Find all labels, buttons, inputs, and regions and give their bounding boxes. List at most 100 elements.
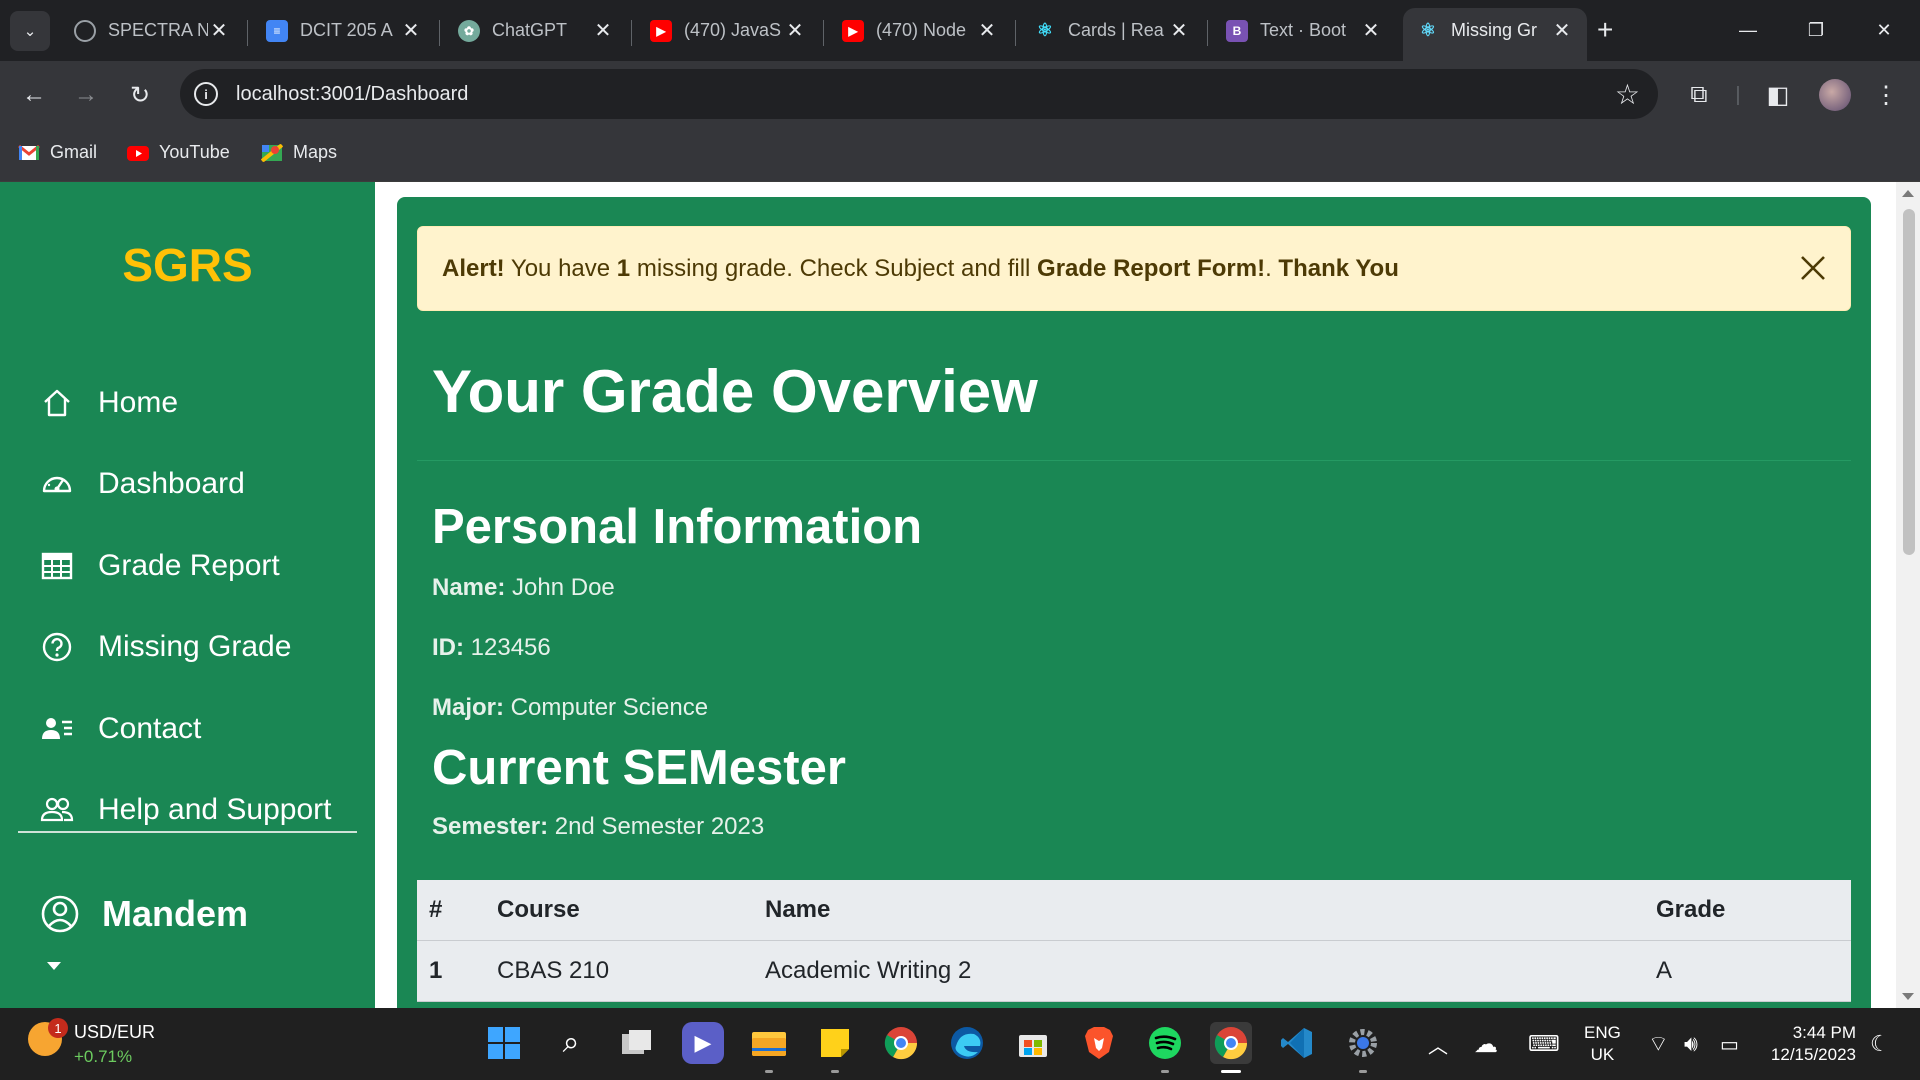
battery-icon[interactable]: ▭ [1720,1008,1739,1080]
restore-button[interactable]: ❐ [1796,12,1836,48]
close-icon[interactable]: ✕ [1551,18,1573,43]
profile-avatar[interactable] [1819,79,1851,111]
menu-kebab-icon[interactable]: ⋮ [1868,77,1904,113]
close-icon[interactable] [1798,253,1828,283]
user-menu[interactable]: Mandem [40,893,248,935]
person-lines-icon [42,717,72,739]
tray-overflow-icon[interactable]: ︿ [1428,1008,1448,1080]
sidebar-item-help-and-support[interactable]: Help and Support [40,770,332,852]
currency-widget[interactable]: 1 USD/EUR +0.71% [28,1018,155,1067]
youtube-icon: ▶ [650,19,672,42]
maps-icon [261,143,283,162]
back-button[interactable]: ← [16,77,52,113]
page-viewport: SGRS Home Dashboard Grade Report Missing… [0,182,1920,1008]
scrollbar-thumb[interactable] [1903,209,1915,555]
close-icon[interactable]: ✕ [1360,18,1382,43]
wifi-icon[interactable]: ⌔ [1648,1008,1669,1080]
brave-icon[interactable] [1078,1022,1120,1064]
chevron-down-icon[interactable] [47,962,61,970]
close-icon[interactable]: ✕ [976,18,998,43]
new-tab-button[interactable]: + [1597,15,1613,45]
sidebar-item-contact[interactable]: Contact [40,688,332,770]
teams-chat-icon[interactable]: ▶ [682,1022,724,1064]
sidebar-item-home[interactable]: Home [40,362,332,444]
bookmark-youtube[interactable]: YouTube [127,142,230,163]
microsoft-store-icon[interactable] [1012,1022,1054,1064]
notifications-moon-icon[interactable]: ☾ [1870,1008,1890,1080]
keyboard-icon[interactable]: ⌨ [1528,1008,1560,1080]
widget-change: +0.71% [74,1047,133,1066]
people-icon [40,798,74,822]
reload-button[interactable]: ↻ [122,77,158,113]
onedrive-cloud-icon[interactable]: ☁ [1474,1008,1498,1080]
spotify-icon[interactable] [1144,1022,1186,1073]
sticky-notes-icon[interactable] [814,1022,856,1073]
tab-text-bootstrap[interactable]: B Text · Boot ✕ [1212,8,1396,61]
currency-icon: 1 [28,1018,68,1056]
sidebar: SGRS Home Dashboard Grade Report Missing… [0,182,375,1008]
table-icon [41,552,73,579]
spectra-icon [74,19,96,42]
main-content: Alert! You have 1 missing grade. Check S… [397,197,1871,1008]
tab-chatgpt[interactable]: ✿ ChatGPT ✕ [444,8,628,61]
file-explorer-icon[interactable] [748,1022,790,1073]
site-info-icon[interactable]: i [194,82,218,106]
tab-dcit[interactable]: ≡ DCIT 205 A ✕ [252,8,436,61]
close-icon[interactable]: ✕ [1168,18,1190,43]
semester-heading: Current SEMester [432,741,846,795]
youtube-icon: ▶ [842,19,864,42]
sidebar-item-grade-report[interactable]: Grade Report [40,525,332,607]
bookmark-gmail[interactable]: Gmail [18,142,97,163]
vscode-icon[interactable] [1276,1022,1318,1064]
react-icon: ⚛ [1419,20,1437,40]
task-view-icon[interactable] [616,1022,658,1064]
forward-button[interactable]: → [68,77,104,113]
personal-info-heading: Personal Information [432,500,923,554]
close-icon[interactable]: ✕ [208,18,230,43]
speedometer-icon [42,477,72,493]
close-icon[interactable]: ✕ [592,18,614,43]
minimize-button[interactable]: — [1728,12,1768,48]
window-close-button[interactable]: ✕ [1864,12,1904,48]
settings-gear-icon[interactable] [1342,1022,1384,1073]
tab-youtube-javascript[interactable]: ▶ (470) JavaS ✕ [636,8,820,61]
close-icon[interactable]: ✕ [400,18,422,43]
browser-toolbar: ← → ↻ i localhost:3001/Dashboard ☆ ⧉ | ◧… [0,61,1920,127]
bookmark-maps[interactable]: Maps [261,142,337,163]
tab-spectra[interactable]: SPECTRA N ✕ [60,8,244,61]
side-panel-icon[interactable]: ◧ [1760,77,1796,113]
browser-tabstrip: ⌄ SPECTRA N ✕ ≡ DCIT 205 A ✕ ✿ ChatGPT ✕… [0,0,1920,61]
system-clock[interactable]: 3:44 PM 12/15/2023 [1766,1022,1856,1066]
address-bar[interactable]: i localhost:3001/Dashboard ☆ [180,69,1658,119]
search-icon[interactable]: ⌕ [550,1022,592,1064]
extensions-icon[interactable]: ⧉ [1681,77,1717,113]
sidebar-item-missing-grade[interactable]: Missing Grade [40,607,332,689]
question-circle-icon [42,633,72,662]
tab-youtube-node[interactable]: ▶ (470) Node ✕ [828,8,1012,61]
chrome-active-icon[interactable] [1210,1022,1252,1073]
scroll-up-arrow[interactable] [1902,190,1914,197]
volume-icon[interactable]: 🔊︎ [1684,1008,1698,1080]
page-scrollbar[interactable] [1896,182,1920,1008]
scroll-down-arrow[interactable] [1902,993,1914,1000]
chrome-icon[interactable] [880,1022,922,1064]
sidebar-nav: Home Dashboard Grade Report Missing Grad… [40,362,332,851]
tab-cards-react[interactable]: ⚛ Cards | Rea ✕ [1020,8,1204,61]
person-circle-icon [41,895,79,933]
chatgpt-icon: ✿ [458,19,480,42]
tab-missing-grade[interactable]: ⚛ Missing Gr ✕ [1403,8,1587,61]
home-icon [44,389,70,416]
sidebar-item-dashboard[interactable]: Dashboard [40,444,332,526]
language-indicator[interactable]: ENG UK [1584,1008,1621,1080]
title-divider [417,460,1851,461]
tab-search-button[interactable]: ⌄ [10,11,50,51]
close-icon[interactable]: ✕ [784,18,806,43]
bookmark-star-icon[interactable]: ☆ [1615,78,1640,111]
windows-taskbar: 1 USD/EUR +0.71% ⌕ ▶ ︿ ☁ ⌨ ENG UK ⌔ 🔊︎ ▭… [0,1008,1920,1080]
edge-icon[interactable] [946,1022,988,1064]
brand-logo[interactable]: SGRS [0,238,375,292]
bookmarks-bar: Gmail YouTube Maps [0,127,1920,182]
start-button[interactable] [483,1022,525,1064]
semester-field: Semester: 2nd Semester 2023 [432,813,765,840]
url-text[interactable]: localhost:3001/Dashboard [236,83,468,106]
